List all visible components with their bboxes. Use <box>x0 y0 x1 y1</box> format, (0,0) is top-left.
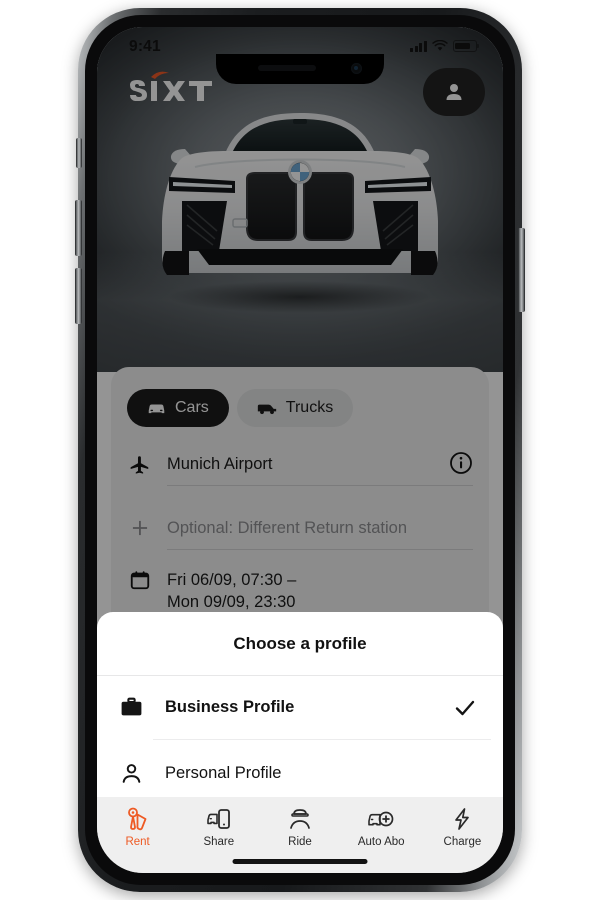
checkmark-icon <box>455 700 475 715</box>
tab-charge[interactable]: Charge <box>422 797 503 873</box>
profile-option-personal[interactable]: Personal Profile <box>97 742 503 805</box>
briefcase-icon <box>97 695 165 720</box>
tab-ride-label: Ride <box>288 836 312 848</box>
car-key-icon <box>125 806 151 832</box>
home-indicator[interactable] <box>232 859 368 864</box>
mute-switch[interactable] <box>76 138 82 168</box>
phone-screen: 9:41 Cars Trucks Munich Airport Optional… <box>97 27 503 873</box>
tab-auto-abo-label: Auto Abo <box>357 836 405 848</box>
lightning-bolt-icon <box>450 806 474 832</box>
profile-option-business[interactable]: Business Profile <box>97 676 503 739</box>
person-outline-icon <box>97 761 165 786</box>
tab-charge-label: Charge <box>443 836 482 848</box>
power-button[interactable] <box>518 228 525 312</box>
choose-profile-sheet: Choose a profile Business Profile Person… <box>97 612 503 797</box>
volume-down-button[interactable] <box>75 268 82 324</box>
chauffeur-icon <box>287 806 313 832</box>
profile-option-business-label: Business Profile <box>165 698 295 716</box>
car-phone-icon <box>206 806 232 832</box>
sixt-app: 9:41 Cars Trucks Munich Airport Optional… <box>97 27 503 873</box>
profile-option-personal-label: Personal Profile <box>165 764 282 782</box>
car-plus-icon <box>367 806 395 832</box>
tab-rent-label: Rent <box>125 836 150 848</box>
sheet-option-divider <box>153 739 491 740</box>
tab-rent[interactable]: Rent <box>97 797 178 873</box>
screenshot-stage: 9:41 Cars Trucks Munich Airport Optional… <box>0 0 600 900</box>
tab-share-label: Share <box>203 836 235 848</box>
sheet-title: Choose a profile <box>233 634 367 653</box>
volume-up-button[interactable] <box>75 200 82 256</box>
